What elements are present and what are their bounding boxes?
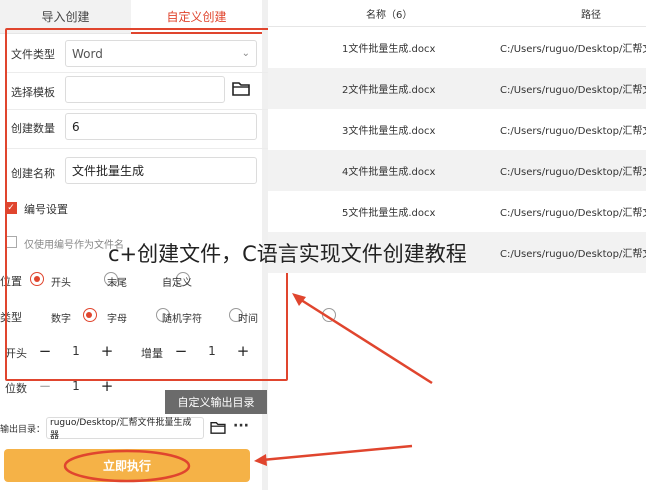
arrow-line xyxy=(261,444,413,462)
overlay-caption: c+创建文件，C语言实现文件创建教程 xyxy=(108,242,467,266)
arrow-head xyxy=(292,293,306,306)
arrow-head xyxy=(254,454,267,466)
highlight-ellipse xyxy=(63,449,191,483)
arrow-line xyxy=(297,296,433,385)
